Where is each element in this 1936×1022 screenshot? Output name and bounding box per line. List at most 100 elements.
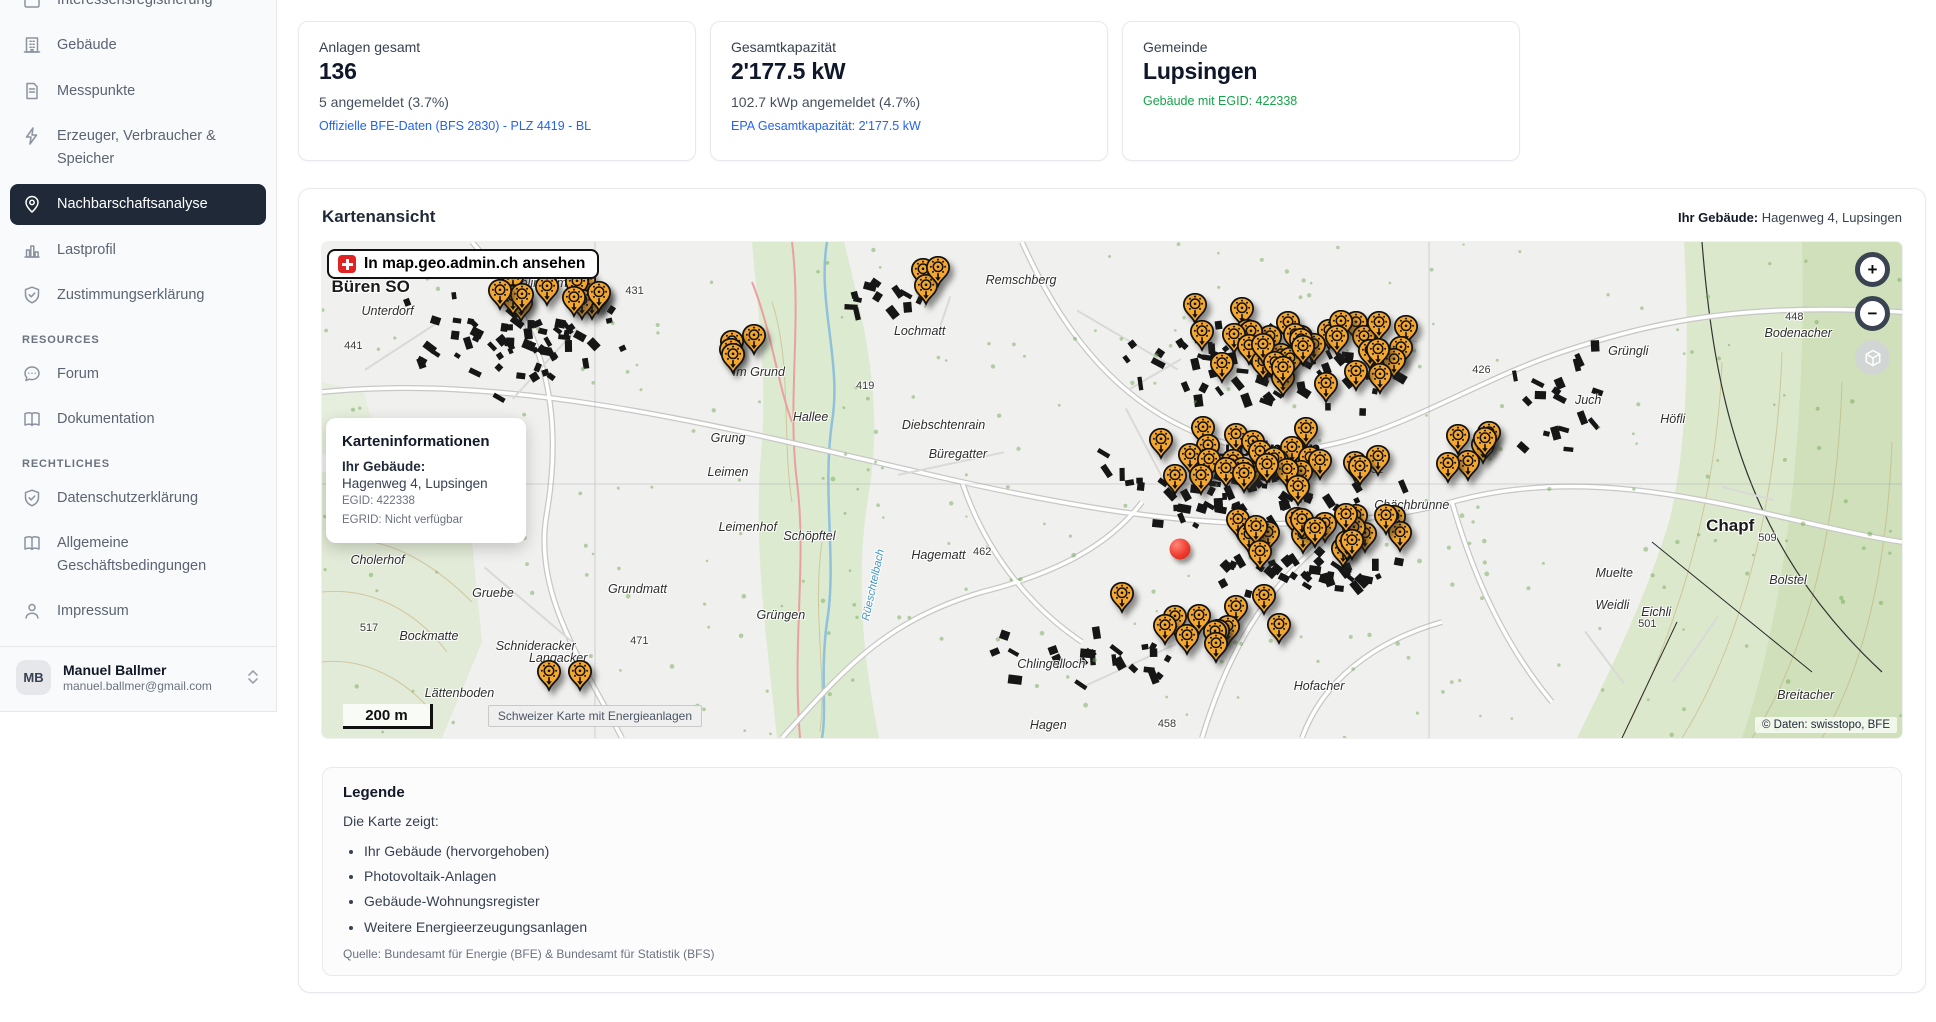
geoadmin-link-button[interactable]: In map.geo.admin.ch ansehen [327,249,599,279]
map-scalebar: 200 m [343,704,433,729]
pv-installation-marker[interactable] [1271,356,1296,388]
map-label-gruebe: Gruebe [472,586,514,600]
legend-list: Ihr Gebäude (hervorgehoben) Photovoltaik… [364,839,1881,940]
map-label-b-ren-so: Büren SO [331,277,409,297]
pv-installation-marker[interactable] [1163,463,1188,495]
pv-installation-marker[interactable] [1340,529,1365,561]
map-label-breitacher: Breitacher [1777,688,1834,702]
sidebar-item-lastprofil[interactable]: Lastprofil [10,230,266,270]
pv-installation-marker[interactable] [1286,475,1311,507]
map-label-h-fli: Höfli [1660,412,1685,426]
swiss-flag-icon [338,255,356,273]
map-label-419: 419 [856,380,874,392]
document-icon [22,81,42,101]
stat-link-bfe[interactable]: Offizielle BFE-Daten (BFS 2830) - PLZ 44… [319,119,675,133]
map-label-hallee: Hallee [793,410,828,424]
map-label-diebschtenrain: Diebschtenrain [902,418,985,432]
sidebar-item-allgemeine-gesch-ftsbedingungen[interactable]: Allgemeine Geschäftsbedingungen [10,523,266,586]
zoom-out-button[interactable]: − [1855,296,1890,331]
pv-installation-marker[interactable] [1324,324,1349,356]
pv-installation-marker[interactable] [1204,632,1229,664]
pv-installation-marker[interactable] [1232,462,1257,494]
sidebar-item-interessensregistrierung[interactable]: Interessensregistrierung [10,0,266,20]
stat-label: Anlagen gesamt [319,39,675,55]
map-label-weidli: Weidli [1595,598,1629,612]
pv-installation-marker[interactable] [1436,452,1461,484]
pv-installation-marker[interactable] [1252,584,1277,616]
book-icon [22,409,42,429]
stat-link-egid[interactable]: Gebäude mit EGID: 422338 [1143,94,1499,108]
map-viewport[interactable]: Büren SOUnterdorf441Chlingelmatt431Remsc… [322,242,1902,738]
sidebar-item-messpunkte[interactable]: Messpunkte [10,71,266,111]
map-label-gr-ngen: Grüngen [757,608,806,622]
pv-installation-marker[interactable] [926,256,951,288]
pv-installation-marker[interactable] [1303,517,1328,549]
pv-installation-marker[interactable] [488,279,513,311]
pv-installation-marker[interactable] [1313,372,1338,404]
pv-installation-marker[interactable] [587,281,612,313]
sidebar-item-label: Datenschutzerklärung [57,487,198,509]
sidebar-item-datenschutzerkl-rung[interactable]: Datenschutzerklärung [10,478,266,518]
pv-installation-marker[interactable] [568,659,593,691]
pv-installation-marker[interactable] [535,275,560,307]
pv-installation-marker[interactable] [1174,624,1199,656]
sidebar-item-zustimmungserkl-rung[interactable]: Zustimmungserklärung [10,275,266,315]
sidebar-item-dokumentation[interactable]: Dokumentation [10,399,266,439]
shield-check-icon [22,285,42,305]
tooltip-title: Karteninformationen [342,433,510,450]
pv-installation-marker[interactable] [1188,463,1213,495]
pv-installation-marker[interactable] [1247,540,1272,572]
sidebar-item-nachbarschaftsanalyse[interactable]: Nachbarschaftsanalyse [10,184,266,224]
pv-installation-marker[interactable] [1110,582,1135,614]
map-label-sch-pftel: Schöpftel [783,529,835,543]
pv-installation-marker[interactable] [1148,427,1173,459]
map-label-431: 431 [625,285,643,297]
sidebar-item-forum[interactable]: Forum [10,354,266,394]
your-building-summary: Ihr Gebäude: Hagenweg 4, Lupsingen [1678,210,1902,225]
legend-item: Photovoltaik-Anlagen [364,864,1881,889]
stat-card-anlagen: Anlagen gesamt 136 5 angemeldet (3.7%) O… [298,21,696,161]
pv-installation-marker[interactable] [720,343,745,375]
highlighted-building-marker[interactable] [1169,539,1190,560]
map-label-hagematt: Hagematt [911,548,965,562]
pv-installation-marker[interactable] [1347,455,1372,487]
pv-installation-marker[interactable] [1254,453,1279,485]
map-label-462: 462 [973,546,991,558]
pv-installation-marker[interactable] [561,286,586,318]
pv-installation-marker[interactable] [1190,320,1215,352]
sidebar-item-label: Impressum [57,600,129,622]
map-label-grundmatt: Grundmatt [608,582,667,596]
pv-installation-marker[interactable] [1209,352,1234,384]
pv-installation-marker[interactable] [1266,613,1291,645]
pv-installation-marker[interactable] [536,660,561,692]
tooltip-egrid: EGRID: Nicht verfügbar [342,512,510,529]
legend-card: Legende Die Karte zeigt: Ihr Gebäude (he… [322,767,1902,976]
stat-value: Lupsingen [1143,58,1499,85]
map-label-l-ttenboden: Lättenboden [425,686,495,700]
sidebar-item-label: Zustimmungserklärung [57,284,204,306]
user-email: manuel.ballmer@gmail.com [63,679,234,693]
chevron-up-down-icon [246,669,260,685]
pv-installation-marker[interactable] [742,324,767,356]
pv-installation-marker[interactable] [1343,360,1368,392]
user-menu[interactable]: MB Manuel Ballmer manuel.ballmer@gmail.c… [0,647,276,705]
sidebar-nav: Interessensregistrierung Gebäude Messpunkt… [0,0,276,316]
map-label-bockmatte: Bockmatte [399,629,458,643]
pv-installation-marker[interactable] [1374,504,1399,536]
zoom-in-button[interactable]: + [1855,252,1890,287]
book-icon [22,533,42,553]
3d-toggle-button[interactable] [1855,340,1890,375]
your-building-value: Hagenweg 4, Lupsingen [1762,210,1902,225]
map-label-458: 458 [1158,718,1176,730]
legend-source: Quelle: Bundesamt für Energie (BFE) & Bu… [343,947,1881,961]
bar-chart-icon [22,240,42,260]
sidebar-item-geb-ude[interactable]: Gebäude [10,25,266,65]
pv-installation-marker[interactable] [509,283,534,315]
sidebar-item-impressum[interactable]: Impressum [10,591,266,631]
tooltip-egid: EGID: 422338 [342,493,510,510]
pv-installation-marker[interactable] [1368,362,1393,394]
stat-link-epa[interactable]: EPA Gesamtkapazität: 2'177.5 kW [731,119,1087,133]
lightning-icon [22,126,42,146]
clipboard-icon [22,0,42,10]
sidebar-item-erzeuger-verbraucher-speicher[interactable]: Erzeuger, Verbraucher & Speicher [10,116,266,179]
